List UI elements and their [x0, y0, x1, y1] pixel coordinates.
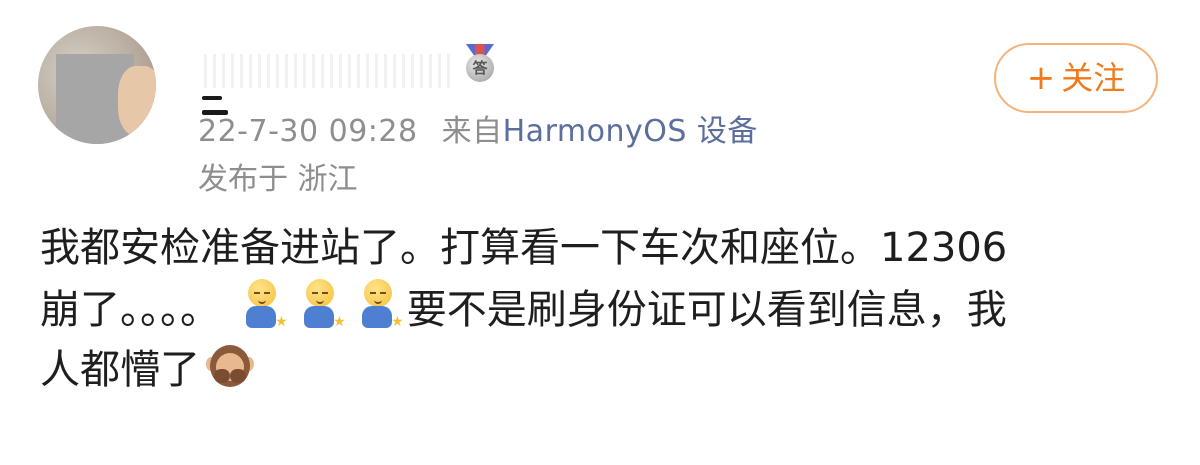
username-redaction — [198, 54, 453, 88]
post-line-3: 人都懵了 — [40, 340, 1160, 401]
avatar-photo-detail — [118, 66, 156, 136]
post-line-2-end: 要不是刷身份证可以看到信息，我 — [406, 287, 1007, 333]
post-date: 22-7-30 09:28 — [198, 114, 418, 149]
post-line-1: 我都安检准备进站了。打算看一下车次和座位。12306 — [40, 225, 1008, 271]
post-meta: 22-7-30 09:28 来自HarmonyOS 设备 — [198, 106, 758, 150]
post-line-2: 崩了。。。。 ★ ★ ★ 要不是刷身份证可以看到信息，我 — [40, 279, 1160, 340]
person-meditating-icon: ★ — [298, 279, 346, 331]
source-prefix: 来自 — [441, 114, 503, 149]
avatar[interactable] — [38, 26, 156, 144]
post-location: 发布于 浙江 — [198, 162, 358, 197]
see-no-evil-monkey-icon — [206, 343, 254, 391]
person-meditating-icon: ★ — [240, 279, 288, 331]
follow-button[interactable]: + 关注 — [994, 43, 1158, 113]
username-fragment — [202, 96, 222, 100]
follow-label: 关注 — [1061, 59, 1126, 97]
person-meditating-icon: ★ — [356, 279, 404, 331]
post-line-3-text: 人都懵了 — [40, 347, 200, 393]
plus-icon: + — [1026, 58, 1056, 98]
username[interactable] — [198, 40, 458, 115]
post-line-2-start: 崩了。。。。 — [40, 287, 220, 333]
medal-badge-text: 答 — [466, 54, 494, 82]
source-link[interactable]: HarmonyOS 设备 — [503, 114, 758, 149]
post-body: 我都安检准备进站了。打算看一下车次和座位。12306 崩了。。。。 ★ ★ ★ … — [40, 218, 1160, 401]
medal-icon[interactable]: 答 — [462, 44, 498, 84]
